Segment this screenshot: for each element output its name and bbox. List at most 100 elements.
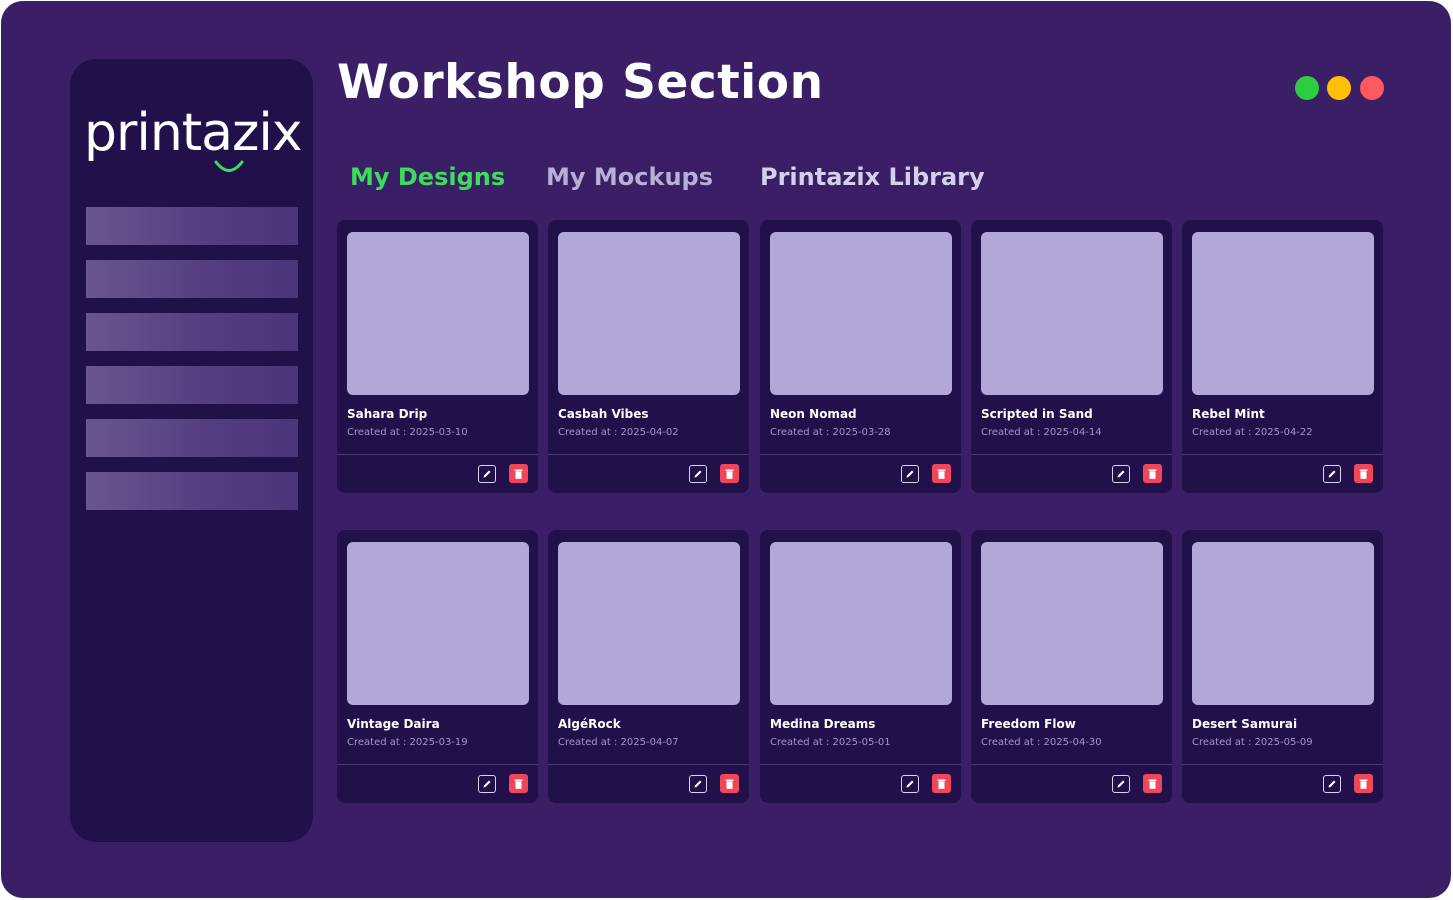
design-card[interactable]: Neon Nomad Created at : 2025-03-28 bbox=[760, 220, 961, 493]
design-created-date: Created at : 2025-03-10 bbox=[347, 427, 468, 438]
sidebar-item[interactable] bbox=[86, 207, 298, 245]
pencil-icon bbox=[906, 780, 914, 788]
design-thumbnail[interactable] bbox=[1192, 232, 1374, 395]
pencil-icon bbox=[694, 470, 702, 478]
card-divider bbox=[337, 454, 538, 455]
design-name: Medina Dreams bbox=[770, 717, 876, 731]
edit-button[interactable] bbox=[1323, 465, 1341, 483]
trash-icon bbox=[1359, 779, 1368, 789]
pencil-icon bbox=[483, 470, 491, 478]
pencil-icon bbox=[1328, 780, 1336, 788]
pencil-icon bbox=[483, 780, 491, 788]
tab-my-designs[interactable]: My Designs bbox=[350, 163, 505, 191]
delete-button[interactable] bbox=[1143, 464, 1162, 483]
edit-button[interactable] bbox=[689, 465, 707, 483]
design-thumbnail[interactable] bbox=[1192, 542, 1374, 705]
card-divider bbox=[760, 454, 961, 455]
trash-icon bbox=[514, 779, 523, 789]
edit-button[interactable] bbox=[689, 775, 707, 793]
card-divider bbox=[548, 454, 749, 455]
edit-button[interactable] bbox=[478, 465, 496, 483]
logo-smile-icon bbox=[214, 160, 244, 172]
design-thumbnail[interactable] bbox=[981, 232, 1163, 395]
card-divider bbox=[760, 764, 961, 765]
design-card[interactable]: AlgéRock Created at : 2025-04-07 bbox=[548, 530, 749, 803]
delete-button[interactable] bbox=[509, 464, 528, 483]
delete-button[interactable] bbox=[1354, 774, 1373, 793]
card-divider bbox=[971, 454, 1172, 455]
delete-button[interactable] bbox=[1354, 464, 1373, 483]
delete-button[interactable] bbox=[932, 464, 951, 483]
edit-button[interactable] bbox=[901, 775, 919, 793]
design-created-date: Created at : 2025-05-09 bbox=[1192, 737, 1313, 748]
edit-button[interactable] bbox=[478, 775, 496, 793]
design-card[interactable]: Medina Dreams Created at : 2025-05-01 bbox=[760, 530, 961, 803]
delete-button[interactable] bbox=[720, 464, 739, 483]
pencil-icon bbox=[1328, 470, 1336, 478]
window-dot-red[interactable] bbox=[1360, 76, 1384, 100]
card-divider bbox=[548, 764, 749, 765]
trash-icon bbox=[937, 469, 946, 479]
design-card[interactable]: Casbah Vibes Created at : 2025-04-02 bbox=[548, 220, 749, 493]
edit-button[interactable] bbox=[1112, 465, 1130, 483]
delete-button[interactable] bbox=[720, 774, 739, 793]
design-created-date: Created at : 2025-04-07 bbox=[558, 737, 679, 748]
design-thumbnail[interactable] bbox=[770, 542, 952, 705]
edit-button[interactable] bbox=[901, 465, 919, 483]
design-name: Neon Nomad bbox=[770, 407, 857, 421]
delete-button[interactable] bbox=[932, 774, 951, 793]
design-thumbnail[interactable] bbox=[347, 232, 529, 395]
design-created-date: Created at : 2025-03-19 bbox=[347, 737, 468, 748]
design-card[interactable]: Rebel Mint Created at : 2025-04-22 bbox=[1182, 220, 1383, 493]
design-card[interactable]: Scripted in Sand Created at : 2025-04-14 bbox=[971, 220, 1172, 493]
design-created-date: Created at : 2025-04-30 bbox=[981, 737, 1102, 748]
sidebar-item[interactable] bbox=[86, 313, 298, 351]
edit-button[interactable] bbox=[1112, 775, 1130, 793]
sidebar-item[interactable] bbox=[86, 366, 298, 404]
logo-text: printazix bbox=[84, 103, 303, 163]
design-thumbnail[interactable] bbox=[558, 542, 740, 705]
design-name: Desert Samurai bbox=[1192, 717, 1298, 731]
logo[interactable]: printazix bbox=[84, 101, 304, 181]
sidebar: printazix bbox=[70, 59, 313, 842]
design-card[interactable]: Sahara Drip Created at : 2025-03-10 bbox=[337, 220, 538, 493]
design-card[interactable]: Vintage Daira Created at : 2025-03-19 bbox=[337, 530, 538, 803]
design-created-date: Created at : 2025-04-22 bbox=[1192, 427, 1313, 438]
card-divider bbox=[971, 764, 1172, 765]
design-thumbnail[interactable] bbox=[558, 232, 740, 395]
design-name: Vintage Daira bbox=[347, 717, 440, 731]
design-name: Casbah Vibes bbox=[558, 407, 649, 421]
pencil-icon bbox=[694, 780, 702, 788]
page-title: Workshop Section bbox=[337, 55, 824, 110]
trash-icon bbox=[725, 469, 734, 479]
design-created-date: Created at : 2025-04-02 bbox=[558, 427, 679, 438]
edit-button[interactable] bbox=[1323, 775, 1341, 793]
design-thumbnail[interactable] bbox=[770, 232, 952, 395]
design-name: Scripted in Sand bbox=[981, 407, 1093, 421]
design-created-date: Created at : 2025-03-28 bbox=[770, 427, 891, 438]
tab-printazix-library[interactable]: Printazix Library bbox=[760, 163, 985, 191]
design-created-date: Created at : 2025-05-01 bbox=[770, 737, 891, 748]
sidebar-item[interactable] bbox=[86, 472, 298, 510]
design-name: Sahara Drip bbox=[347, 407, 428, 421]
design-thumbnail[interactable] bbox=[347, 542, 529, 705]
trash-icon bbox=[1359, 469, 1368, 479]
design-name: Freedom Flow bbox=[981, 717, 1076, 731]
trash-icon bbox=[1148, 779, 1157, 789]
sidebar-item[interactable] bbox=[86, 260, 298, 298]
sidebar-item[interactable] bbox=[86, 419, 298, 457]
delete-button[interactable] bbox=[1143, 774, 1162, 793]
card-divider bbox=[337, 764, 538, 765]
trash-icon bbox=[725, 779, 734, 789]
tab-my-mockups[interactable]: My Mockups bbox=[546, 163, 713, 191]
trash-icon bbox=[1148, 469, 1157, 479]
card-divider bbox=[1182, 454, 1383, 455]
trash-icon bbox=[514, 469, 523, 479]
design-card[interactable]: Desert Samurai Created at : 2025-05-09 bbox=[1182, 530, 1383, 803]
delete-button[interactable] bbox=[509, 774, 528, 793]
design-thumbnail[interactable] bbox=[981, 542, 1163, 705]
window-dot-green[interactable] bbox=[1295, 76, 1319, 100]
design-card[interactable]: Freedom Flow Created at : 2025-04-30 bbox=[971, 530, 1172, 803]
design-name: AlgéRock bbox=[558, 717, 621, 731]
window-dot-yellow[interactable] bbox=[1327, 76, 1351, 100]
